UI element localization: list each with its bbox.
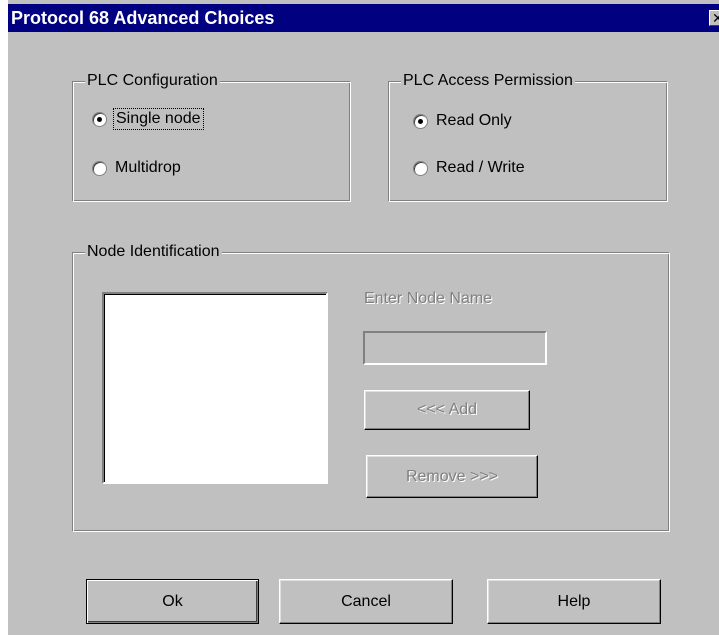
node-identification-legend: Node Identification	[85, 243, 222, 261]
plc-access-permission-legend: PLC Access Permission	[401, 72, 575, 90]
radio-multidrop-label[interactable]: Multidrop	[115, 159, 181, 177]
close-icon: ✕	[712, 11, 719, 27]
protocol-68-dialog: Protocol 68 Advanced Choices ✕ PLC Confi…	[8, 0, 719, 635]
remove-node-button[interactable]: Remove >>>	[366, 455, 538, 498]
help-button[interactable]: Help	[487, 579, 661, 624]
plc-access-permission-group: PLC Access Permission	[388, 72, 668, 202]
add-node-button[interactable]: <<< Add	[364, 390, 530, 430]
radio-read-write-label[interactable]: Read / Write	[436, 159, 525, 177]
radio-single-node-label[interactable]: Single node	[113, 108, 204, 130]
plc-configuration-legend: PLC Configuration	[85, 72, 220, 90]
radio-single-node[interactable]: Single node	[92, 108, 204, 130]
plc-configuration-group: PLC Configuration	[72, 72, 351, 202]
title-bar: Protocol 68 Advanced Choices ✕	[8, 4, 719, 32]
radio-indicator-icon[interactable]	[413, 160, 428, 176]
radio-read-write[interactable]: Read / Write	[413, 157, 525, 179]
radio-multidrop[interactable]: Multidrop	[92, 157, 181, 179]
close-button[interactable]: ✕	[709, 10, 719, 27]
node-name-input[interactable]	[363, 331, 547, 365]
radio-read-only-label[interactable]: Read Only	[436, 112, 512, 130]
cancel-button[interactable]: Cancel	[279, 579, 453, 624]
radio-read-only[interactable]: Read Only	[413, 110, 512, 132]
radio-indicator-icon[interactable]	[92, 160, 107, 176]
radio-indicator-checked-icon[interactable]	[92, 111, 107, 127]
radio-indicator-checked-icon[interactable]	[413, 113, 428, 129]
ok-button[interactable]: Ok	[86, 579, 259, 624]
enter-node-name-label: Enter Node Name	[364, 290, 493, 307]
node-list-box[interactable]	[102, 292, 328, 484]
window-title: Protocol 68 Advanced Choices	[11, 8, 275, 28]
